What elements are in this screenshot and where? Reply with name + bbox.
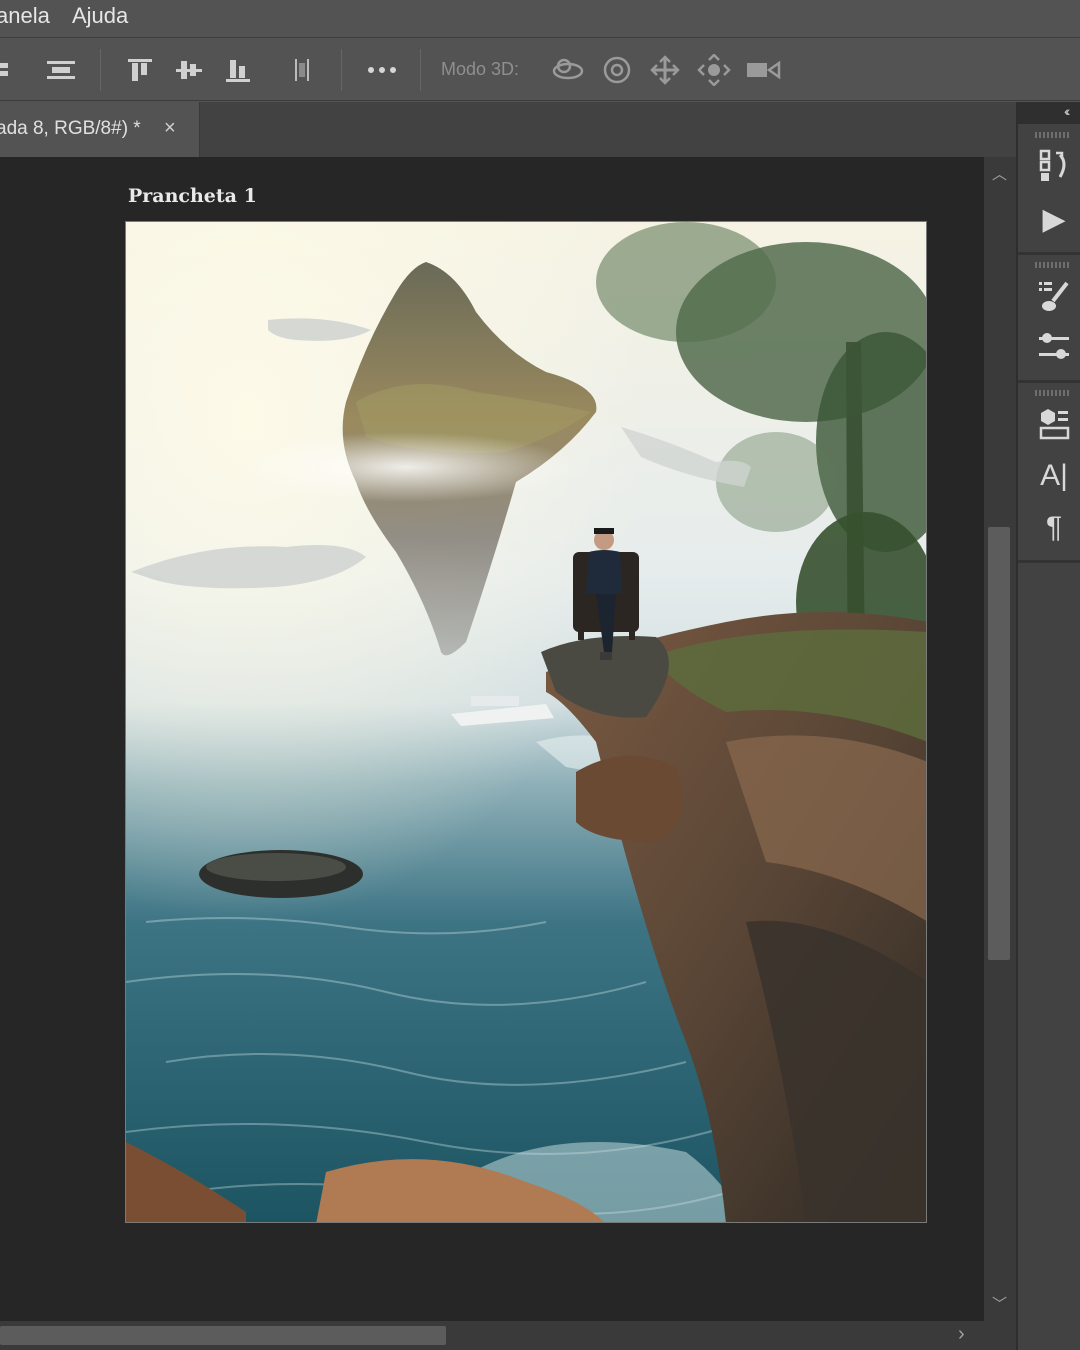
distribute-icon[interactable] <box>284 52 320 88</box>
panel-dock: ‹‹ ▶ A| ¶ <box>1016 102 1080 1350</box>
horizontal-scrollbar[interactable]: › <box>0 1321 1016 1350</box>
menu-bar: anela Ajuda <box>0 0 1080 38</box>
scale-3d-icon[interactable] <box>745 52 781 88</box>
document-tab-title: ada 8, RGB/8#) * <box>0 118 141 139</box>
character-icon[interactable]: A| <box>1036 458 1072 494</box>
options-separator <box>420 49 421 91</box>
horizontal-scroll-thumb[interactable] <box>0 1326 446 1345</box>
artwork-image[interactable] <box>125 221 927 1223</box>
align-vertical-center-icon[interactable] <box>171 52 207 88</box>
options-bar: Modo 3D: <box>0 39 1080 101</box>
options-separator <box>341 49 342 91</box>
dock-separator <box>1018 560 1080 563</box>
document-tab-bar: ada 8, RGB/8#) * × <box>0 102 1016 157</box>
scroll-up-icon[interactable]: ︿ <box>992 163 1007 184</box>
scroll-right-icon[interactable]: › <box>958 1323 965 1346</box>
actions-play-icon[interactable]: ▶ <box>1036 202 1072 238</box>
menu-ajuda[interactable]: Ajuda <box>72 2 128 30</box>
panel-grip[interactable] <box>1035 132 1069 138</box>
canvas-area[interactable]: Prancheta 1 <box>0 157 984 1321</box>
panel-grip[interactable] <box>1035 390 1069 396</box>
dock-header: ‹‹ <box>1018 102 1080 124</box>
dock-separator <box>1018 252 1080 255</box>
dock-separator <box>1018 380 1080 383</box>
mode-3d-label: Modo 3D: <box>441 59 520 79</box>
slide-3d-icon[interactable] <box>696 52 732 88</box>
panel-grip[interactable] <box>1035 262 1069 268</box>
align-center-horizontal-icon[interactable] <box>43 52 79 88</box>
align-top-edge-icon[interactable] <box>122 52 158 88</box>
artboard-label[interactable]: Prancheta 1 <box>128 185 257 207</box>
adjustments-icon[interactable] <box>1036 330 1072 366</box>
align-bottom-edge-icon[interactable] <box>220 52 256 88</box>
document-tab[interactable]: ada 8, RGB/8#) * × <box>0 102 200 157</box>
history-icon[interactable] <box>1036 148 1072 184</box>
close-icon[interactable]: × <box>164 117 176 140</box>
options-separator <box>100 49 101 91</box>
3d-layers-icon[interactable] <box>1036 406 1072 442</box>
vertical-scrollbar[interactable]: ︿ ﹀ <box>984 157 1016 1321</box>
pan-3d-icon[interactable] <box>647 52 683 88</box>
more-options-icon[interactable] <box>364 52 400 88</box>
paragraph-icon[interactable]: ¶ <box>1036 510 1072 546</box>
collapse-panels-icon[interactable]: ‹‹ <box>1064 103 1071 119</box>
orbit-3d-icon[interactable] <box>550 52 586 88</box>
align-left-edge-icon[interactable] <box>0 52 22 88</box>
menu-janela[interactable]: anela <box>0 2 50 30</box>
roll-3d-icon[interactable] <box>599 52 635 88</box>
brush-settings-icon[interactable] <box>1036 278 1072 314</box>
vertical-scroll-thumb[interactable] <box>988 527 1010 960</box>
scroll-down-icon[interactable]: ﹀ <box>992 1293 1007 1314</box>
